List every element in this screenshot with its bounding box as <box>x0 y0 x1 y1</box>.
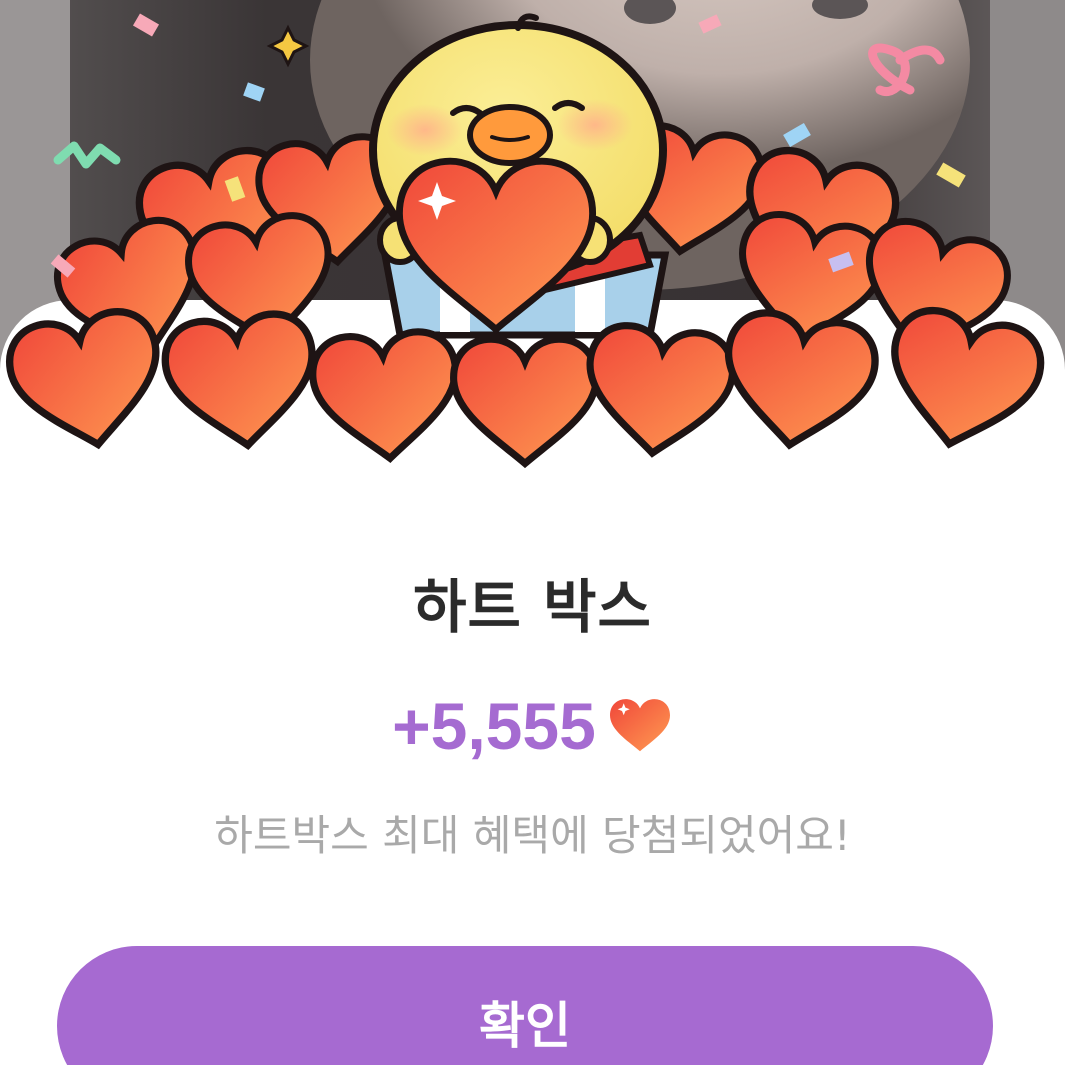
confirm-button[interactable]: 확인 <box>57 946 993 1065</box>
sparkle-icon <box>266 24 310 68</box>
reward-row: +5,555 <box>0 682 1065 768</box>
popup-title: 하트 박스 <box>413 573 652 641</box>
heart-box-illustration <box>0 0 1065 500</box>
heart-box-popup-screen: 하트 박스 +5,555 하트박스 최대 혜택에 당첨되었어요! 확인 <box>0 0 1065 1065</box>
popup-message: 하트박스 최대 혜택에 당첨되었어요! <box>214 811 851 860</box>
heart-icon <box>607 693 673 753</box>
reward-amount: +5,555 <box>392 688 596 763</box>
